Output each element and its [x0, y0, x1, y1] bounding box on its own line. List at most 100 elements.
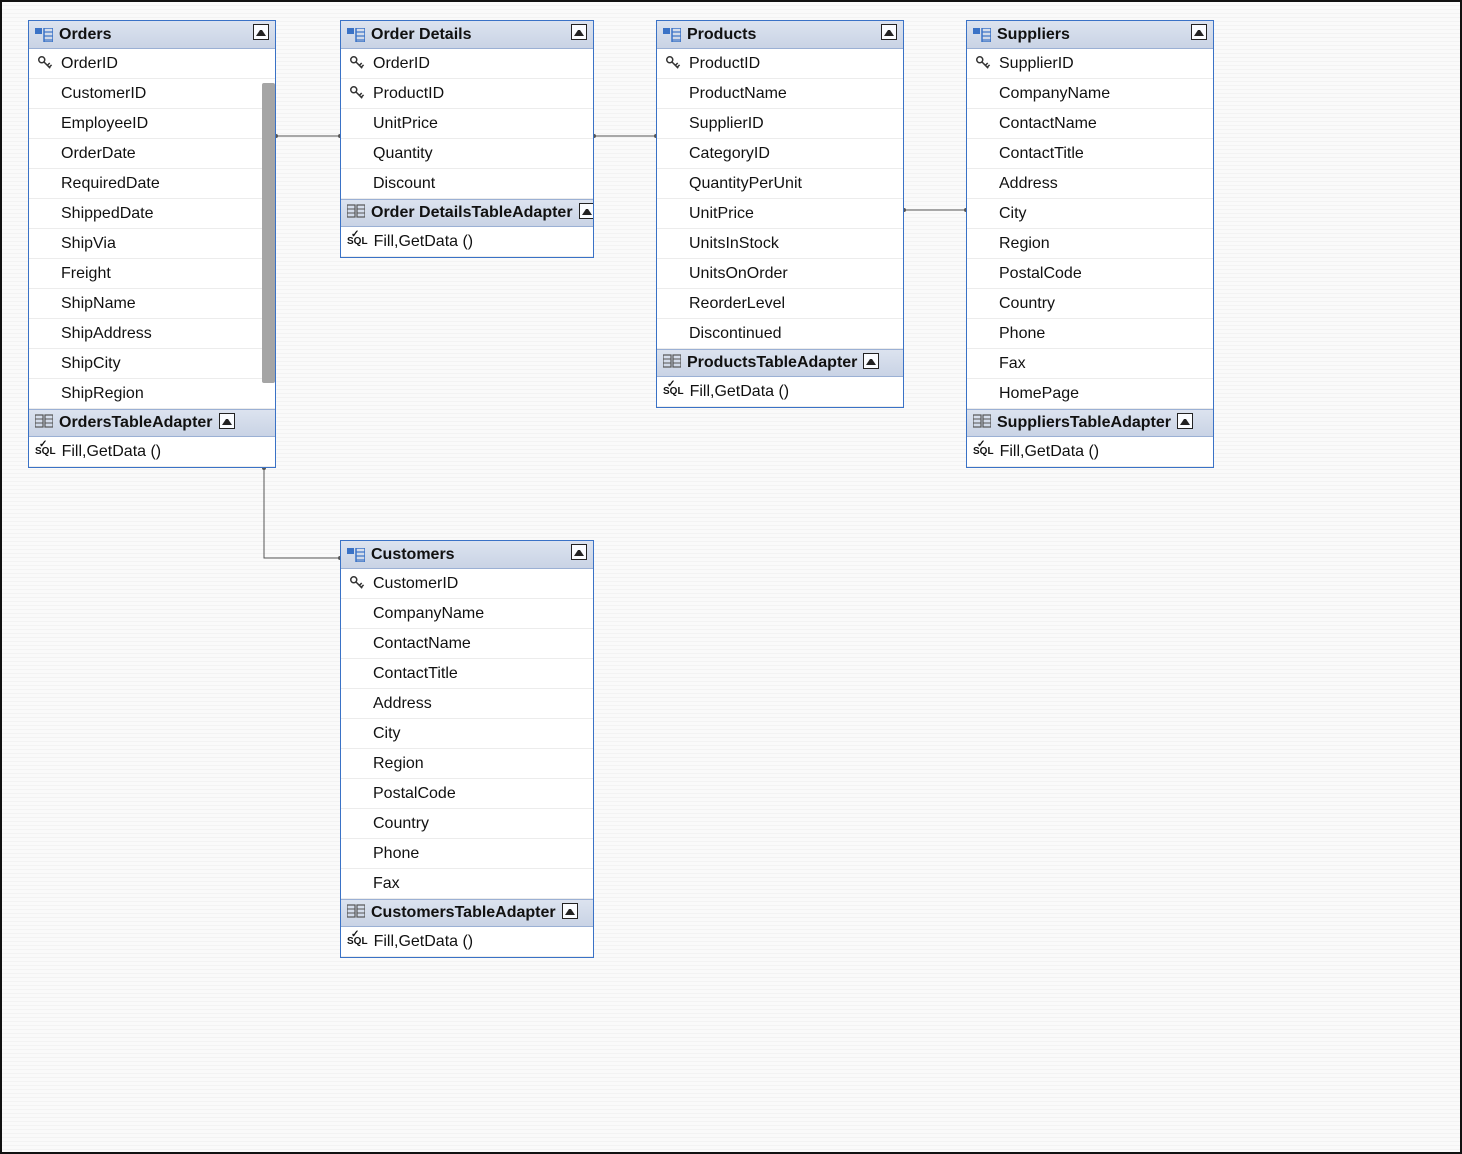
collapse-icon[interactable] [1177, 413, 1193, 434]
columns-list: SupplierIDCompanyNameContactName ContactT… [967, 49, 1213, 409]
collapse-icon[interactable] [881, 24, 897, 45]
column-name: Quantity [373, 145, 587, 163]
adapter-header[interactable]: ProductsTableAdapter [657, 349, 903, 377]
scrollbar-thumb[interactable] [262, 83, 275, 383]
column-row[interactable]: ProductName [657, 79, 903, 109]
column-row[interactable]: HomePage [967, 379, 1213, 409]
column-row[interactable]: UnitPrice [657, 199, 903, 229]
column-row[interactable]: CustomerID [29, 79, 275, 109]
column-name: Address [999, 175, 1207, 193]
adapter-header[interactable]: OrdersTableAdapter [29, 409, 275, 437]
relationship-orders-to-customers[interactable] [264, 468, 340, 558]
column-row[interactable]: UnitsOnOrder [657, 259, 903, 289]
adapter-method-row[interactable]: ✓SQLFill,GetData () [341, 927, 593, 957]
primary-key-icon [663, 56, 683, 71]
column-row[interactable]: Quantity [341, 139, 593, 169]
sql-icon: ✓SQL [35, 447, 56, 457]
column-row[interactable]: Fax [341, 869, 593, 899]
column-row[interactable]: UnitsInStock [657, 229, 903, 259]
column-row[interactable]: ShipVia [29, 229, 275, 259]
datatable-orders[interactable]: OrdersOrderID CustomerID EmployeeIDOrderDa… [28, 20, 276, 468]
datatable-icon [347, 548, 365, 562]
collapse-icon[interactable] [579, 203, 593, 224]
column-name: Discontinued [689, 325, 897, 343]
column-row[interactable]: ShippedDate [29, 199, 275, 229]
collapse-icon[interactable] [219, 413, 235, 434]
column-row[interactable]: PostalCode [341, 779, 593, 809]
collapse-icon[interactable] [571, 544, 587, 565]
adapter-header[interactable]: CustomersTableAdapter [341, 899, 593, 927]
column-row[interactable]: ShipName [29, 289, 275, 319]
column-name: UnitsOnOrder [689, 265, 897, 283]
column-row[interactable]: OrderID [341, 49, 593, 79]
column-row[interactable]: QuantityPerUnit [657, 169, 903, 199]
column-row[interactable]: Phone [967, 319, 1213, 349]
column-row[interactable]: Country [341, 809, 593, 839]
column-row[interactable]: Country [967, 289, 1213, 319]
column-row[interactable]: Discount [341, 169, 593, 199]
column-row[interactable]: ShipCity [29, 349, 275, 379]
column-row[interactable]: OrderID [29, 49, 275, 79]
column-name: Address [373, 695, 587, 713]
collapse-icon[interactable] [1191, 24, 1207, 45]
column-row[interactable]: Discontinued [657, 319, 903, 349]
column-row[interactable]: SupplierID [657, 109, 903, 139]
column-row[interactable]: City [967, 199, 1213, 229]
column-row[interactable]: ContactTitle [341, 659, 593, 689]
collapse-icon[interactable] [863, 353, 879, 374]
table-header[interactable]: Products [657, 21, 903, 49]
column-row[interactable]: ProductID [341, 79, 593, 109]
adapter-method-row[interactable]: ✓SQLFill,GetData () [967, 437, 1213, 467]
column-row[interactable]: Address [967, 169, 1213, 199]
column-name: ContactTitle [999, 145, 1207, 163]
column-row[interactable]: Address [341, 689, 593, 719]
dataset-designer-canvas[interactable]: OrdersOrderIDCustomerIDEmployeeIDOrderDa… [0, 0, 1462, 1154]
column-row[interactable]: OrderDate [29, 139, 275, 169]
column-name: CustomerID [61, 85, 269, 103]
column-row[interactable]: EmployeeID [29, 109, 275, 139]
datatable-order_details[interactable]: Order Details OrderID ProductIDUnitPrice Qu… [340, 20, 594, 258]
table-header[interactable]: Customers [341, 541, 593, 569]
column-row[interactable]: Region [341, 749, 593, 779]
column-name: ShippedDate [61, 205, 269, 223]
column-row[interactable]: Region [967, 229, 1213, 259]
collapse-icon[interactable] [571, 24, 587, 45]
column-name: OrderID [373, 55, 587, 73]
table-header[interactable]: Order Details [341, 21, 593, 49]
column-row[interactable]: CustomerID [341, 569, 593, 599]
column-row[interactable]: UnitPrice [341, 109, 593, 139]
adapter-method-row[interactable]: ✓SQLFill,GetData () [657, 377, 903, 407]
table-header[interactable]: Suppliers [967, 21, 1213, 49]
datatable-customers[interactable]: Customers CustomerID CompanyNameContactNam… [340, 540, 594, 958]
adapter-method-row[interactable]: ✓SQLFill,GetData () [29, 437, 275, 467]
column-row[interactable]: ProductID [657, 49, 903, 79]
column-name: RequiredDate [61, 175, 269, 193]
column-row[interactable]: ShipAddress [29, 319, 275, 349]
column-row[interactable]: ShipRegion [29, 379, 275, 409]
column-row[interactable]: SupplierID [967, 49, 1213, 79]
table-header[interactable]: Orders [29, 21, 275, 49]
column-row[interactable]: ReorderLevel [657, 289, 903, 319]
column-row[interactable]: CategoryID [657, 139, 903, 169]
column-row[interactable]: City [341, 719, 593, 749]
column-row[interactable]: Fax [967, 349, 1213, 379]
column-row[interactable]: PostalCode [967, 259, 1213, 289]
column-row[interactable]: RequiredDate [29, 169, 275, 199]
column-row[interactable]: Freight [29, 259, 275, 289]
adapter-title: OrdersTableAdapter [59, 414, 213, 432]
adapter-method-row[interactable]: ✓SQLFill,GetData () [341, 227, 593, 257]
adapter-header[interactable]: Order DetailsTableAdapter [341, 199, 593, 227]
column-row[interactable]: Phone [341, 839, 593, 869]
column-row[interactable]: CompanyName [967, 79, 1213, 109]
column-name: CustomerID [373, 575, 587, 593]
column-row[interactable]: ContactTitle [967, 139, 1213, 169]
adapter-header[interactable]: SuppliersTableAdapter [967, 409, 1213, 437]
datatable-products[interactable]: ProductsProductIDProductNameSupplierIDCa… [656, 20, 904, 408]
column-row[interactable]: ContactName [967, 109, 1213, 139]
collapse-icon[interactable] [253, 24, 269, 45]
collapse-icon[interactable] [562, 903, 578, 924]
column-name: Phone [999, 325, 1207, 343]
column-row[interactable]: ContactName [341, 629, 593, 659]
column-row[interactable]: CompanyName [341, 599, 593, 629]
datatable-suppliers[interactable]: SuppliersSupplierIDCompanyNameContactNam… [966, 20, 1214, 468]
